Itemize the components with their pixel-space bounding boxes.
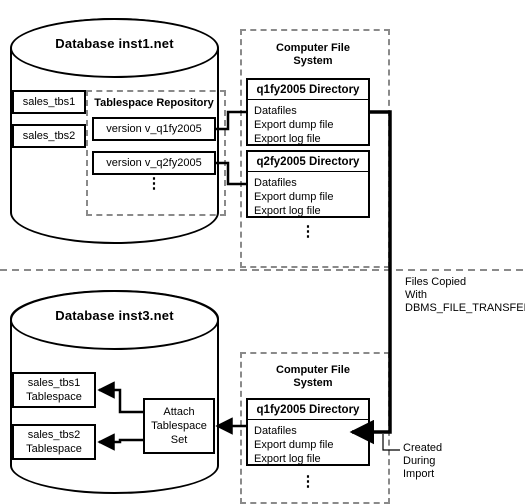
created-note-line3: Import <box>403 468 435 480</box>
bottom-file-system-ellipsis: ⋮ <box>300 473 316 490</box>
q2fy2005-directory-title: q2fy2005 Directory <box>248 152 368 172</box>
bottom-q1fy2005-content-dumpfile: Export dump file <box>254 439 334 451</box>
q1fy2005-directory-box: q1fy2005 Directory Datafiles Export dump… <box>246 78 370 146</box>
bottom-tablespace-2-line2: Tablespace <box>26 443 82 455</box>
repository-version-box-1: version v_q1fy2005 <box>92 117 216 141</box>
q2fy2005-content-datafiles: Datafiles <box>254 177 297 189</box>
repository-ellipsis: ⋮ <box>146 175 162 192</box>
repository-version-label-2: version v_q2fy2005 <box>106 157 202 169</box>
q1fy2005-directory-contents: Datafiles Export dump file Export log fi… <box>248 100 368 150</box>
database-inst3-title: Database inst3.net <box>55 308 174 323</box>
q1fy2005-directory-title: q1fy2005 Directory <box>248 80 368 100</box>
top-tablespace-box-2: sales_tbs2 <box>12 124 86 148</box>
bottom-q1fy2005-directory-box: q1fy2005 Directory Datafiles Export dump… <box>246 398 370 466</box>
attach-box-line3: Set <box>170 434 188 446</box>
database-inst1-title: Database inst1.net <box>55 36 174 51</box>
attach-box-line2: Tablespace <box>151 420 207 432</box>
repository-version-box-2: version v_q2fy2005 <box>92 151 216 175</box>
q1fy2005-content-datafiles: Datafiles <box>254 105 297 117</box>
top-tablespace-label-2: sales_tbs2 <box>22 130 76 142</box>
bottom-q1fy2005-content-datafiles: Datafiles <box>254 425 297 437</box>
transfer-note-line2: With <box>405 289 427 301</box>
bottom-tablespace-box-2: sales_tbs2 Tablespace <box>12 424 96 460</box>
top-file-system-ellipsis: ⋮ <box>300 223 316 240</box>
bottom-tablespace-1-line2: Tablespace <box>26 391 82 403</box>
attach-box-line1: Attach <box>163 406 195 418</box>
attach-tablespace-set-box: Attach Tablespace Set <box>143 398 215 454</box>
bottom-q1fy2005-directory-title: q1fy2005 Directory <box>248 400 368 420</box>
bottom-q1fy2005-content-logfile: Export log file <box>254 453 321 465</box>
transfer-note-line1: Files Copied <box>405 276 467 288</box>
bottom-tablespace-2-line1: sales_tbs2 <box>27 429 81 441</box>
bottom-tablespace-1-line1: sales_tbs1 <box>27 377 81 389</box>
tablespace-repository-title: Tablespace Repository <box>94 97 214 109</box>
bottom-tablespace-box-1: sales_tbs1 Tablespace <box>12 372 96 408</box>
top-file-system-title-line1: Computer File <box>276 42 350 54</box>
repository-version-label-1: version v_q1fy2005 <box>106 123 202 135</box>
q1fy2005-content-dumpfile: Export dump file <box>254 119 334 131</box>
q2fy2005-content-logfile: Export log file <box>254 205 321 217</box>
bottom-file-system-title-line2: System <box>293 377 333 389</box>
created-note-line2: During <box>403 455 436 467</box>
diagram-canvas: Database inst1.net sales_tbs1 sales_tbs2… <box>0 0 525 504</box>
top-tablespace-box-1: sales_tbs1 <box>12 90 86 114</box>
q1fy2005-content-logfile: Export log file <box>254 133 321 145</box>
top-file-system-title-line2: System <box>293 55 333 67</box>
transfer-note-line3: DBMS_FILE_TRANSFER <box>405 302 525 314</box>
q2fy2005-directory-box: q2fy2005 Directory Datafiles Export dump… <box>246 150 370 218</box>
top-tablespace-label-1: sales_tbs1 <box>22 96 76 108</box>
q2fy2005-directory-contents: Datafiles Export dump file Export log fi… <box>248 172 368 222</box>
q2fy2005-content-dumpfile: Export dump file <box>254 191 334 203</box>
bottom-q1fy2005-directory-contents: Datafiles Export dump file Export log fi… <box>248 420 368 470</box>
bottom-file-system-title-line1: Computer File <box>276 364 350 376</box>
created-note-line1: Created <box>403 442 443 454</box>
